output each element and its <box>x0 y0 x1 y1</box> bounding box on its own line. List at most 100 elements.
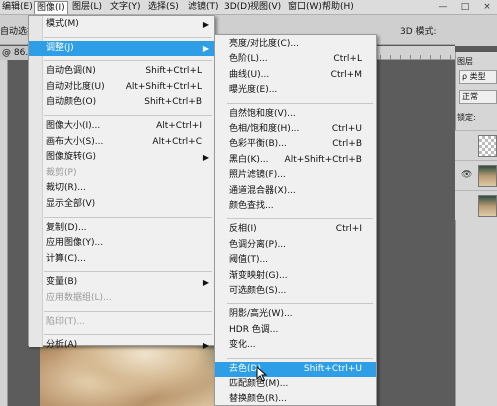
layer-row[interactable]: 👁 <box>455 160 497 190</box>
menu-item[interactable]: 颜色查找... <box>215 199 376 214</box>
menu-item-shortcut: Alt+Shift+Ctrl+B <box>284 154 362 165</box>
menu-item[interactable]: 自然饱和度(V)... <box>215 107 376 122</box>
submenu-arrow-icon: ▶ <box>202 20 209 29</box>
menu-item-label: 色彩平衡(B)... <box>229 139 287 150</box>
menu-item[interactable]: 计算(C)... <box>29 252 214 268</box>
menu-item-shortcut: Shift+Ctrl+U <box>303 363 362 374</box>
menu-item[interactable]: 替换颜色(R)... <box>215 392 376 406</box>
layer-filter-select[interactable]: ρ 类型 <box>459 70 497 84</box>
menu-item[interactable]: HDR 色调... <box>215 323 376 338</box>
layer-thumbnail <box>478 165 497 187</box>
menu-item[interactable]: 色彩平衡(B)... Ctrl+B <box>215 137 376 152</box>
menu-item[interactable]: 应用图像(Y)... <box>29 236 214 252</box>
menu-item[interactable]: 自动对比度(U) Alt+Shift+Ctrl+L <box>29 80 214 96</box>
menu-item[interactable]: 色阶(L)... Ctrl+L <box>215 52 376 67</box>
menu-item-label: HDR 色调... <box>229 324 279 335</box>
menu-item[interactable]: 复制(D)... <box>29 221 214 237</box>
adjustments-submenu: 亮度/对比度(C)... 色阶(L)... Ctrl+L 曲线(U)... Ctrl+M… <box>214 34 377 406</box>
menu-item[interactable]: 反相(I) Ctrl+I <box>215 222 376 237</box>
menu-item-label: 颜色查找... <box>229 201 274 211</box>
menu-separator <box>227 102 373 104</box>
menu-item[interactable]: 匹配颜色(M)... <box>215 377 376 392</box>
menu-item-label: 复制(D)... <box>46 222 87 233</box>
menu-item[interactable]: 裁切(R)... <box>29 181 214 197</box>
menu-separator <box>227 303 373 305</box>
eye-icon[interactable]: 👁 <box>461 170 473 180</box>
layer-row[interactable] <box>455 130 497 160</box>
menu-separator <box>44 271 212 273</box>
layer-thumbnail <box>478 195 497 217</box>
menu-item[interactable]: 变量(B) ▶ <box>29 275 214 291</box>
menu-item[interactable]: 图像大小(I)... Alt+Ctrl+I <box>29 119 214 135</box>
menu-item[interactable]: 自动颜色(O) Shift+Ctrl+B <box>29 95 214 111</box>
menu-item[interactable]: 通道混合器(X)... <box>215 184 376 199</box>
menu-item[interactable]: 可选颜色(S)... <box>215 284 376 299</box>
menu-item-label: 照片滤镜(F)... <box>229 170 286 181</box>
menu-item[interactable]: 分析(A) ▶ <box>29 338 214 354</box>
menu-item-label: 渐变映射(G)... <box>229 270 288 281</box>
menu-item-shortcut: Shift+Ctrl+B <box>144 97 202 108</box>
menu-item[interactable]: 亮度/对比度(C)... <box>215 37 376 52</box>
menu-item[interactable]: 照片滤镜(F)... <box>215 168 376 183</box>
menubar-item[interactable]: 图像(I) <box>34 1 68 14</box>
layer-row[interactable] <box>455 190 497 220</box>
menu-item[interactable]: 渐变映射(G)... <box>215 269 376 284</box>
menu-item: 陷印(T)... <box>29 315 214 331</box>
mouse-pointer-icon <box>256 366 268 382</box>
menu-separator <box>44 60 212 62</box>
lock-label: 锁定: <box>457 113 476 122</box>
submenu-arrow-icon: ▶ <box>202 153 209 163</box>
menu-item[interactable]: 曝光度(E)... <box>215 83 376 98</box>
menu-item-label: 色相/饱和度(H)... <box>229 124 300 134</box>
menu-item[interactable]: 自动色调(N) Shift+Ctrl+L <box>29 64 214 80</box>
menu-item-shortcut: Ctrl+B <box>332 139 362 150</box>
menubar-item[interactable]: 文字(Y) <box>108 1 143 14</box>
menu-item-label: 阴影/高光(W)... <box>229 309 293 320</box>
menu-item-label: 自动色调(N) <box>46 66 96 77</box>
layers-tab[interactable]: 图层 <box>457 56 473 67</box>
menu-item-label: 自动对比度(U) <box>46 81 105 92</box>
menu-item[interactable]: 图像旋转(G) ▶ <box>29 150 214 166</box>
maximize-icon[interactable]: □ <box>459 1 471 13</box>
menu-item-label: 显示全部(V) <box>46 199 96 209</box>
menubar-item[interactable]: 滤镜(T) <box>186 1 221 14</box>
menu-item[interactable]: 曲线(U)... Ctrl+M <box>215 68 376 83</box>
menubar-item[interactable]: 帮助(H) <box>320 1 356 14</box>
menu-item-shortcut: Ctrl+I <box>335 224 362 235</box>
menu-item-label: 曝光度(E)... <box>229 85 278 96</box>
menu-item[interactable]: 黑白(K)... Alt+Shift+Ctrl+B <box>215 153 376 168</box>
menubar-item[interactable]: 编辑(E) <box>0 1 35 14</box>
menu-item[interactable]: 显示全部(V) <box>29 197 214 213</box>
menubar-item[interactable]: 图层(L) <box>70 1 104 14</box>
menu-item[interactable]: 变化... <box>215 338 376 353</box>
submenu-arrow-icon: ▶ <box>202 43 209 53</box>
menu-item[interactable]: 去色(D) Shift+Ctrl+U <box>215 361 376 377</box>
menu-item[interactable]: 色调分离(P)... <box>215 238 376 253</box>
menu-item-label: 应用数据组(L)... <box>46 293 112 303</box>
menu-item-label: 模式(M) <box>46 19 79 29</box>
menu-item-label: 图像大小(I)... <box>46 121 101 131</box>
minimize-icon[interactable]: — <box>437 1 449 13</box>
menu-item-shortcut: Ctrl+L <box>333 54 362 65</box>
menu-item-label: 调整(J) <box>46 42 74 53</box>
panel-header <box>455 15 497 46</box>
menubar-item[interactable]: 窗口(W) <box>286 1 324 14</box>
menu-item[interactable]: 模式(M) ▶ <box>29 17 214 33</box>
menu-item[interactable]: 色相/饱和度(H)... Ctrl+U <box>215 122 376 137</box>
menu-item-label: 变化... <box>229 340 256 351</box>
layer-thumbnail <box>478 135 497 157</box>
ruler-vertical <box>0 60 8 406</box>
3d-mode-label: 3D 模式: <box>400 27 437 37</box>
menubar-item[interactable]: 视图(V) <box>248 1 283 14</box>
menu-separator <box>44 310 212 312</box>
menu-item-shortcut: Alt+Ctrl+C <box>152 136 202 147</box>
menubar-item[interactable]: 选择(S) <box>146 1 181 14</box>
menu-item[interactable]: 画布大小(S)... Alt+Ctrl+C <box>29 135 214 151</box>
menu-separator <box>227 218 373 220</box>
close-icon[interactable]: × <box>481 1 493 13</box>
menu-item[interactable]: 阴影/高光(W)... <box>215 307 376 322</box>
menu-item[interactable]: 阈值(T)... <box>215 253 376 268</box>
menu-bar: 编辑(E) 图像(I) 图层(L) 文字(Y) 选择(S) 滤镜(T) 3D(D) 视图(V)… <box>0 0 497 15</box>
blend-mode-select[interactable]: 正常 <box>459 90 497 104</box>
menu-item[interactable]: 调整(J) ▶ <box>29 40 214 57</box>
